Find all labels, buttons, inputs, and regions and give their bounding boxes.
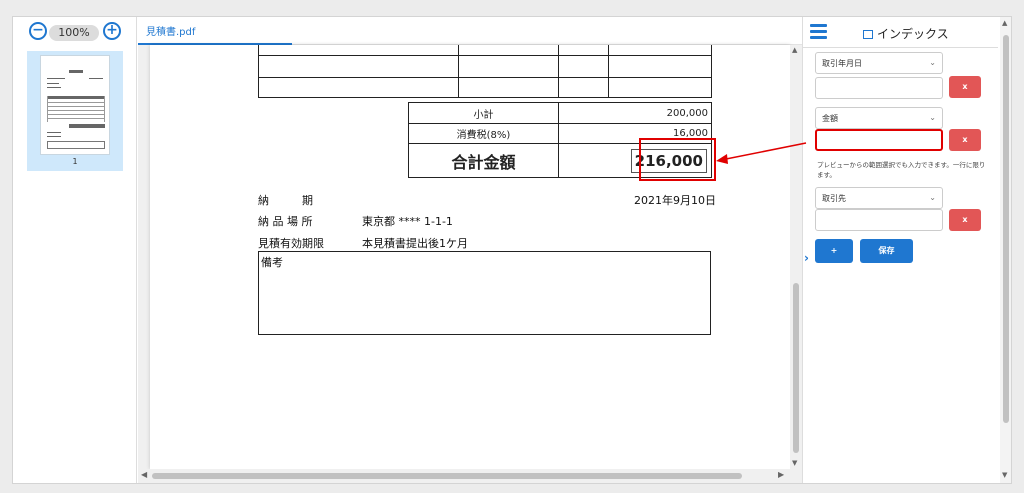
add-field-button[interactable]: + <box>815 239 853 263</box>
validity-label: 見積有効期限 <box>258 237 324 250</box>
vertical-scrollbar[interactable]: ▲ ▼ <box>790 45 802 469</box>
panel-scrollbar[interactable]: ▲ ▼ <box>1000 17 1011 483</box>
tax-value: 16,000 <box>558 123 712 144</box>
subtotal-label: 小計 <box>408 102 559 124</box>
delivery-place-label: 納 品 場 所 <box>258 215 313 228</box>
tax-label: 消費税(8%) <box>408 123 559 144</box>
remove-field-button[interactable]: x <box>949 209 981 231</box>
total-label: 合計金額 <box>408 143 559 178</box>
app-window: − 100% + 1 見積書.pdf 小計 200,000 消費税(8%) 16… <box>12 16 1012 484</box>
field-input-vendor[interactable] <box>815 209 943 231</box>
panel-title: インデックス <box>863 25 949 42</box>
thumbnail-pane: − 100% + 1 <box>13 17 137 483</box>
remarks-box: 備考 <box>258 251 711 335</box>
plus-icon: + <box>106 22 118 38</box>
page-thumbnail-image <box>40 55 110 155</box>
scroll-left-icon[interactable]: ◀ <box>141 470 147 479</box>
index-icon <box>863 30 873 39</box>
items-table <box>258 45 712 98</box>
zoom-in-button[interactable]: + <box>103 22 121 40</box>
chevron-down-icon: ⌄ <box>929 58 936 67</box>
horizontal-scroll-thumb[interactable] <box>152 473 742 479</box>
total-value[interactable]: 216,000 <box>630 148 707 173</box>
totals-table: 小計 200,000 消費税(8%) 16,000 合計金額 216,000 <box>408 102 712 178</box>
scroll-down-icon[interactable]: ▼ <box>1002 471 1007 479</box>
zoom-level: 100% <box>49 25 99 41</box>
pdf-viewer: 見積書.pdf 小計 200,000 消費税(8%) 16,000 合計金額 2… <box>138 17 802 483</box>
scroll-down-icon[interactable]: ▼ <box>792 459 797 467</box>
delivery-place-value: 東京都 **** 1-1-1 <box>362 215 453 228</box>
zoom-bar: − 100% + <box>13 21 137 45</box>
expand-chevron-icon[interactable]: › <box>804 251 809 265</box>
field-select-vendor[interactable]: 取引先 ⌄ <box>815 187 943 209</box>
index-panel: インデックス 取引年月日 ⌄ x 金額 ⌄ x プレビューからの範囲選択でも入力でき… <box>802 17 1011 483</box>
tab-strip: 見積書.pdf <box>138 17 802 45</box>
page-thumbnail[interactable]: 1 <box>27 51 123 171</box>
field-input-date[interactable] <box>815 77 943 99</box>
horizontal-scrollbar[interactable]: ◀ ▶ <box>138 469 802 483</box>
validity-value: 本見積書提出後1ケ月 <box>362 237 468 250</box>
range-select-hint: プレビューからの範囲選択でも入力できます。一行に限ります。 <box>817 161 986 179</box>
field-select-amount[interactable]: 金額 ⌄ <box>815 107 943 129</box>
document-page[interactable]: 小計 200,000 消費税(8%) 16,000 合計金額 216,000 納… <box>150 45 790 469</box>
delivery-date-label: 納 期 <box>258 194 313 207</box>
scroll-up-icon[interactable]: ▲ <box>1002 19 1007 27</box>
panel-scroll-thumb[interactable] <box>1003 35 1009 423</box>
scroll-right-icon[interactable]: ▶ <box>778 470 784 479</box>
delivery-date-value: 2021年9月10日 <box>634 194 716 207</box>
chevron-down-icon: ⌄ <box>929 193 936 202</box>
page-number: 1 <box>72 157 78 166</box>
scroll-up-icon[interactable]: ▲ <box>792 46 797 54</box>
remarks-label: 備考 <box>261 256 283 269</box>
zoom-out-button[interactable]: − <box>29 22 47 40</box>
remove-field-button[interactable]: x <box>949 76 981 98</box>
field-select-date[interactable]: 取引年月日 ⌄ <box>815 52 943 74</box>
save-button[interactable]: 保存 <box>860 239 913 263</box>
vertical-scroll-thumb[interactable] <box>793 283 799 453</box>
field-input-amount[interactable] <box>815 129 943 151</box>
tab-document[interactable]: 見積書.pdf <box>138 17 292 45</box>
remove-field-button[interactable]: x <box>949 129 981 151</box>
subtotal-value: 200,000 <box>558 102 712 124</box>
minus-icon: − <box>32 22 44 38</box>
chevron-down-icon: ⌄ <box>929 113 936 122</box>
hamburger-menu-icon[interactable] <box>810 24 827 40</box>
